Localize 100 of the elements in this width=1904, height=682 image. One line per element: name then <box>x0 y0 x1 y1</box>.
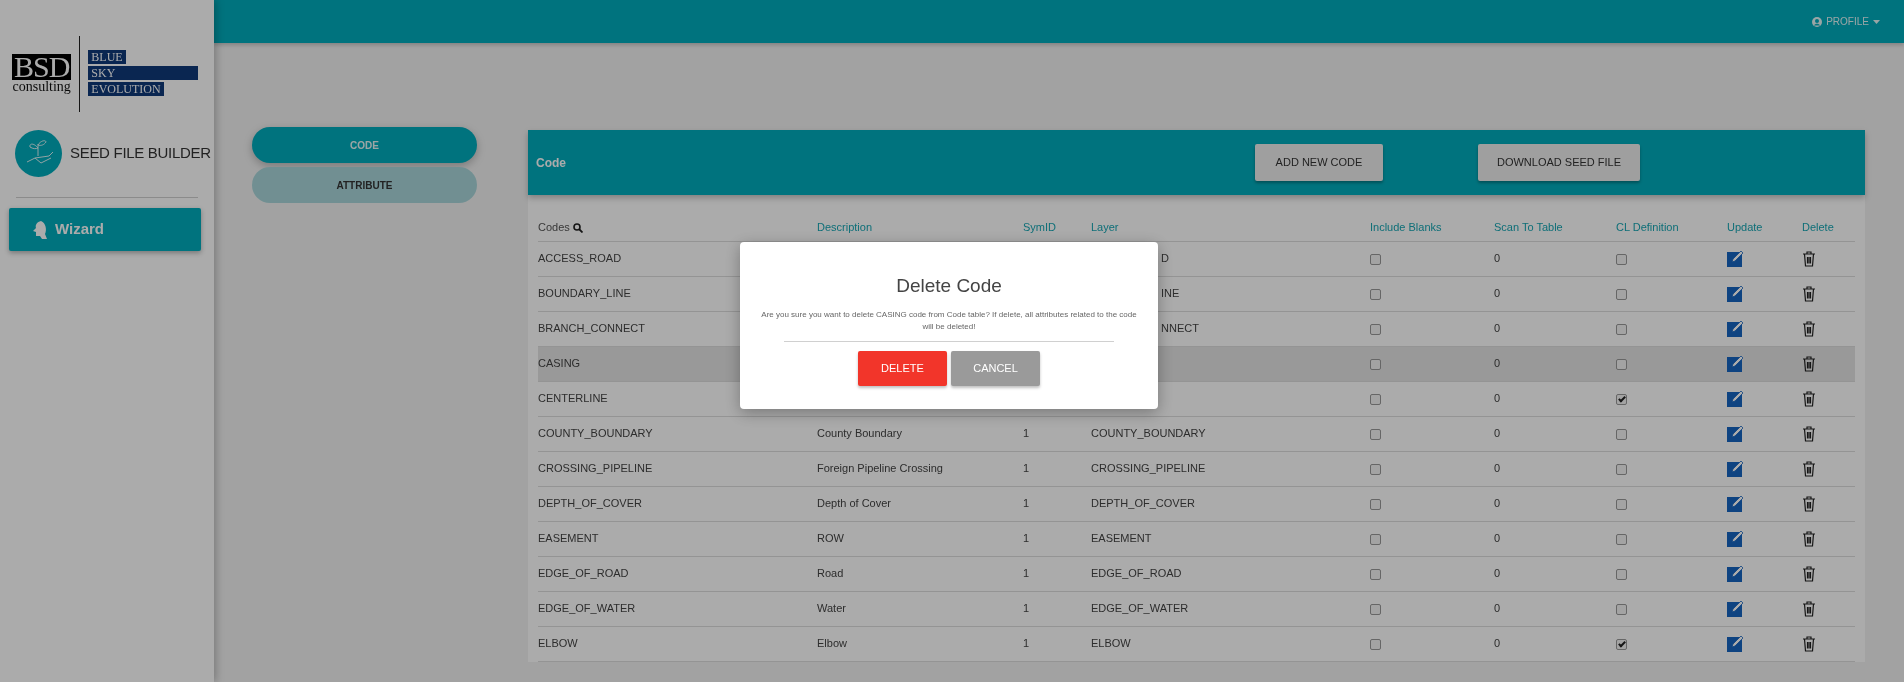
trash-icon[interactable] <box>1802 496 1816 513</box>
logo-text: BLUE <box>88 50 126 64</box>
edit-icon[interactable] <box>1727 600 1744 618</box>
checkbox[interactable] <box>1616 568 1627 580</box>
description-cell: Water <box>817 602 846 615</box>
layer-cell: NNECT <box>1161 322 1199 335</box>
checkbox[interactable] <box>1616 323 1627 335</box>
checkbox[interactable] <box>1616 428 1627 440</box>
tab[interactable]: ATTRIBUTE <box>252 167 477 203</box>
description-cell: County Boundary <box>817 427 902 440</box>
column-header: Scan To Table <box>1494 221 1563 233</box>
delete-button[interactable]: DELETE <box>858 350 947 386</box>
scan-cell: 0 <box>1494 532 1501 545</box>
code-cell: BOUNDARY_LINE <box>538 287 631 300</box>
trash-icon[interactable] <box>1802 601 1816 618</box>
checkbox[interactable] <box>1616 638 1627 650</box>
scan-cell: 0 <box>1494 287 1501 300</box>
column-header: Layer <box>1091 221 1119 233</box>
header-button[interactable]: ADD NEW CODE <box>1255 144 1383 181</box>
code-cell: BRANCH_CONNECT <box>538 322 645 335</box>
checkbox[interactable] <box>1616 498 1627 510</box>
checkbox[interactable] <box>1370 533 1381 545</box>
column-header: Update <box>1727 221 1763 233</box>
scan-cell: 0 <box>1494 497 1501 510</box>
app-title: SEED FILE BUILDER <box>70 143 211 164</box>
edit-icon[interactable] <box>1727 250 1744 268</box>
code-cell: EDGE_OF_ROAD <box>538 567 629 580</box>
checkbox[interactable] <box>1616 253 1627 265</box>
scan-cell: 0 <box>1494 357 1501 370</box>
sidebar-item[interactable]: Wizard <box>9 208 201 251</box>
symid-cell: 1 <box>1023 497 1030 510</box>
plant-in-hand-icon <box>15 130 62 177</box>
checkbox[interactable] <box>1616 603 1627 615</box>
description-cell: ROW <box>817 532 844 545</box>
cancel-button[interactable]: CANCEL <box>951 350 1040 386</box>
dialog-message: Are you sure you want to delete CASING code from Code table? If delete, all attributes related to the code will be deleted! <box>760 308 1138 333</box>
scan-cell: 0 <box>1494 567 1501 580</box>
layer-cell: INE <box>1161 287 1180 300</box>
checkbox[interactable] <box>1370 253 1381 265</box>
checkbox[interactable] <box>1616 393 1627 405</box>
caret-icon <box>1873 19 1880 24</box>
edit-icon[interactable] <box>1727 390 1744 408</box>
checkbox[interactable] <box>1370 323 1381 335</box>
checkbox[interactable] <box>1370 463 1381 475</box>
layer-cell: COUNTY_BOUNDARY <box>1091 427 1206 440</box>
description-cell: Elbow <box>817 637 847 650</box>
tab[interactable]: CODE <box>252 127 477 163</box>
code-cell: EASEMENT <box>538 532 599 545</box>
trash-icon[interactable] <box>1802 566 1816 583</box>
checkbox[interactable] <box>1370 603 1381 615</box>
checkbox[interactable] <box>1616 288 1627 300</box>
edit-icon[interactable] <box>1727 460 1744 478</box>
edit-icon[interactable] <box>1727 495 1744 513</box>
scan-cell: 0 <box>1494 392 1501 405</box>
scan-cell: 0 <box>1494 427 1501 440</box>
logo-text: EVOLUTION <box>88 82 164 96</box>
code-cell: CROSSING_PIPELINE <box>538 462 653 475</box>
edit-icon[interactable] <box>1727 635 1744 653</box>
panel-title: Code <box>536 154 566 172</box>
edit-icon[interactable] <box>1727 320 1744 338</box>
checkbox[interactable] <box>1370 428 1381 440</box>
edit-icon[interactable] <box>1727 355 1744 373</box>
layer-cell: ELBOW <box>1091 637 1131 650</box>
checkbox[interactable] <box>1616 533 1627 545</box>
checkbox[interactable] <box>1370 568 1381 580</box>
trash-icon[interactable] <box>1802 251 1816 268</box>
scan-cell: 0 <box>1494 462 1501 475</box>
trash-icon[interactable] <box>1802 636 1816 653</box>
trash-icon[interactable] <box>1802 321 1816 338</box>
edit-icon[interactable] <box>1727 565 1744 583</box>
symid-cell: 1 <box>1023 637 1030 650</box>
description-cell: Depth of Cover <box>817 497 891 510</box>
description-cell: Road <box>817 567 844 580</box>
column-header: SymID <box>1023 221 1056 233</box>
checkbox[interactable] <box>1370 498 1381 510</box>
trash-icon[interactable] <box>1802 461 1816 478</box>
checkbox[interactable] <box>1370 393 1381 405</box>
checkbox[interactable] <box>1370 288 1381 300</box>
trash-icon[interactable] <box>1802 531 1816 548</box>
code-cell: COUNTY_BOUNDARY <box>538 427 653 440</box>
checkbox[interactable] <box>1616 463 1627 475</box>
scan-cell: 0 <box>1494 637 1501 650</box>
trash-icon[interactable] <box>1802 391 1816 408</box>
search-icon[interactable] <box>572 223 583 234</box>
symid-cell: 1 <box>1023 462 1030 475</box>
edit-icon[interactable] <box>1727 285 1744 303</box>
checkbox[interactable] <box>1370 638 1381 650</box>
checkbox[interactable] <box>1616 358 1627 370</box>
column-header: Delete <box>1802 221 1834 233</box>
trash-icon[interactable] <box>1802 426 1816 443</box>
edit-icon[interactable] <box>1727 425 1744 443</box>
column-header: Codes <box>538 221 570 233</box>
profile-menu[interactable]: PROFILE <box>1812 14 1880 29</box>
header-button[interactable]: DOWNLOAD SEED FILE <box>1478 144 1640 181</box>
edit-icon[interactable] <box>1727 530 1744 548</box>
checkbox[interactable] <box>1370 358 1381 370</box>
code-cell: CASING <box>538 357 581 370</box>
scan-cell: 0 <box>1494 252 1501 265</box>
trash-icon[interactable] <box>1802 356 1816 373</box>
trash-icon[interactable] <box>1802 286 1816 303</box>
